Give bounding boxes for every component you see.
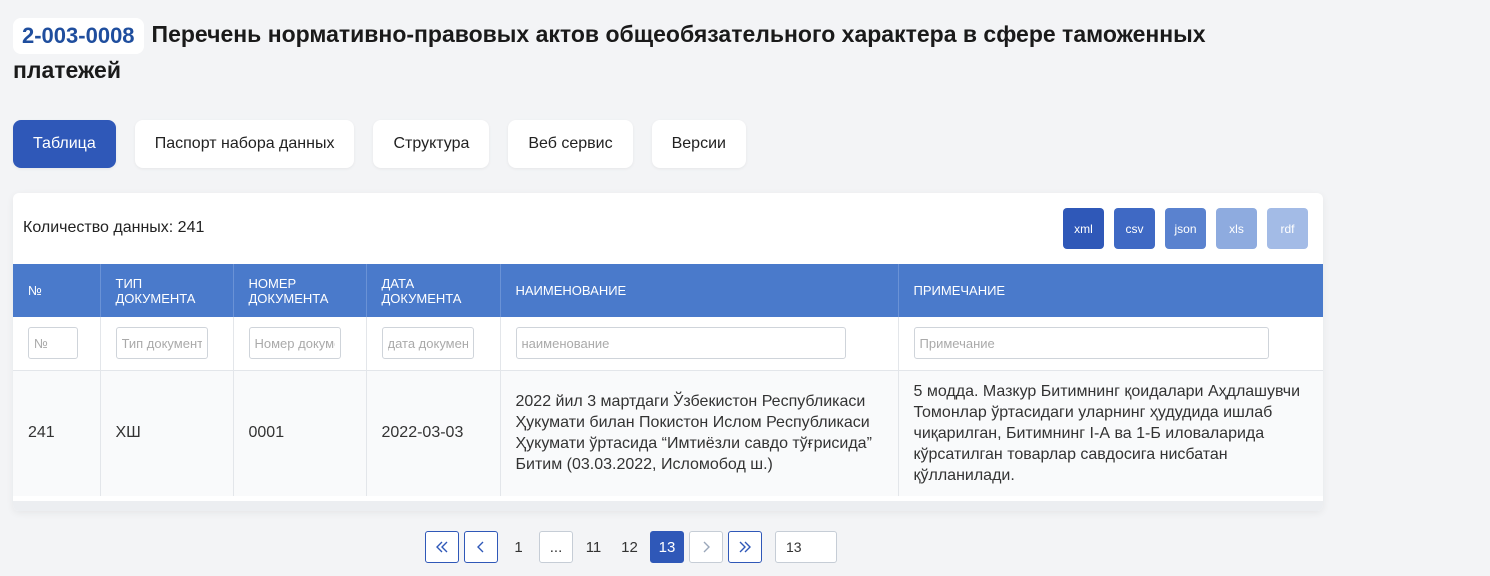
export-json-button[interactable]: json <box>1165 208 1206 249</box>
export-csv-button[interactable]: csv <box>1114 208 1155 249</box>
column-header-name[interactable]: НАИМЕНОВАНИЕ <box>500 264 899 317</box>
export-rdf-button[interactable]: rdf <box>1267 208 1308 249</box>
tab-web-service[interactable]: Веб сервис <box>508 120 633 168</box>
dataset-code-badge: 2-003-0008 <box>13 18 144 54</box>
page-button-13-current[interactable]: 13 <box>650 531 684 563</box>
filter-cell <box>100 317 234 371</box>
table-row[interactable]: 241 ХШ 0001 2022-03-03 2022 йил 3 мартда… <box>13 370 1323 496</box>
cell-number: 241 <box>13 370 101 496</box>
column-header-number[interactable]: № <box>13 264 101 317</box>
next-page-button[interactable] <box>689 531 723 563</box>
data-table-card: Количество данных: 241 xml csv json xls … <box>13 193 1323 511</box>
page-title: Перечень нормативно-правовых актов общео… <box>13 21 1206 83</box>
cell-doc-number: 0001 <box>233 370 367 496</box>
filter-doc-type-input[interactable] <box>115 327 208 360</box>
filter-row <box>13 317 1323 371</box>
filter-cell <box>233 317 367 371</box>
page-button-12[interactable]: 12 <box>614 531 645 563</box>
cell-doc-type: ХШ <box>100 370 234 496</box>
export-xls-button[interactable]: xls <box>1216 208 1257 249</box>
filter-doc-date-input[interactable] <box>381 327 474 360</box>
column-header-doc-number[interactable]: НОМЕР ДОКУМЕНТА <box>233 264 367 317</box>
cell-name: 2022 йил 3 мартдаги Ўзбекистон Республик… <box>500 370 899 496</box>
filter-name-input[interactable] <box>515 327 846 360</box>
filter-note-input[interactable] <box>913 327 1269 360</box>
page-ellipsis-button[interactable]: ... <box>539 531 573 563</box>
data-table: № ТИП ДОКУМЕНТА НОМЕР ДОКУМЕНТА ДАТА ДОК… <box>13 264 1323 496</box>
cell-doc-date: 2022-03-03 <box>366 370 501 496</box>
tab-dataset-passport[interactable]: Паспорт набора данных <box>134 120 355 168</box>
tab-versions[interactable]: Версии <box>651 120 746 168</box>
column-header-doc-type[interactable]: ТИП ДОКУМЕНТА <box>100 264 234 317</box>
column-header-doc-date[interactable]: ДАТА ДОКУМЕНТА <box>366 264 501 317</box>
filter-cell <box>366 317 501 371</box>
tab-bar: Таблица Паспорт набора данных Структура … <box>13 120 765 168</box>
tab-table[interactable]: Таблица <box>13 120 116 168</box>
filter-number-input[interactable] <box>28 327 78 360</box>
table-header-row: № ТИП ДОКУМЕНТА НОМЕР ДОКУМЕНТА ДАТА ДОК… <box>13 264 1323 317</box>
filter-doc-number-input[interactable] <box>248 327 341 360</box>
page-header: 2-003-0008 Перечень нормативно-правовых а… <box>13 18 1313 87</box>
page-button-11[interactable]: 11 <box>578 531 609 563</box>
data-count-label: Количество данных: 241 <box>23 219 205 236</box>
chevron-left-icon <box>477 541 484 553</box>
tab-structure[interactable]: Структура <box>373 120 490 168</box>
page-button-1[interactable]: 1 <box>503 531 534 563</box>
double-chevron-right-icon <box>739 541 751 553</box>
filter-cell <box>500 317 899 371</box>
export-xml-button[interactable]: xml <box>1063 208 1104 249</box>
filter-cell <box>898 317 1323 371</box>
export-buttons: xml csv json xls rdf <box>1053 208 1308 249</box>
chevron-right-icon <box>703 541 710 553</box>
horizontal-scrollbar[interactable] <box>13 501 1323 511</box>
filter-cell <box>13 317 101 371</box>
go-to-page-input[interactable] <box>775 531 837 563</box>
column-header-note[interactable]: ПРИМЕЧАНИЕ <box>898 264 1323 317</box>
last-page-button[interactable] <box>728 531 762 563</box>
prev-page-button[interactable] <box>464 531 498 563</box>
pagination: 1 ... 11 12 13 <box>425 531 837 563</box>
cell-note: 5 модда. Мазкур Битимнинг қоидалари Аҳдл… <box>898 370 1323 496</box>
double-chevron-left-icon <box>436 541 448 553</box>
first-page-button[interactable] <box>425 531 459 563</box>
